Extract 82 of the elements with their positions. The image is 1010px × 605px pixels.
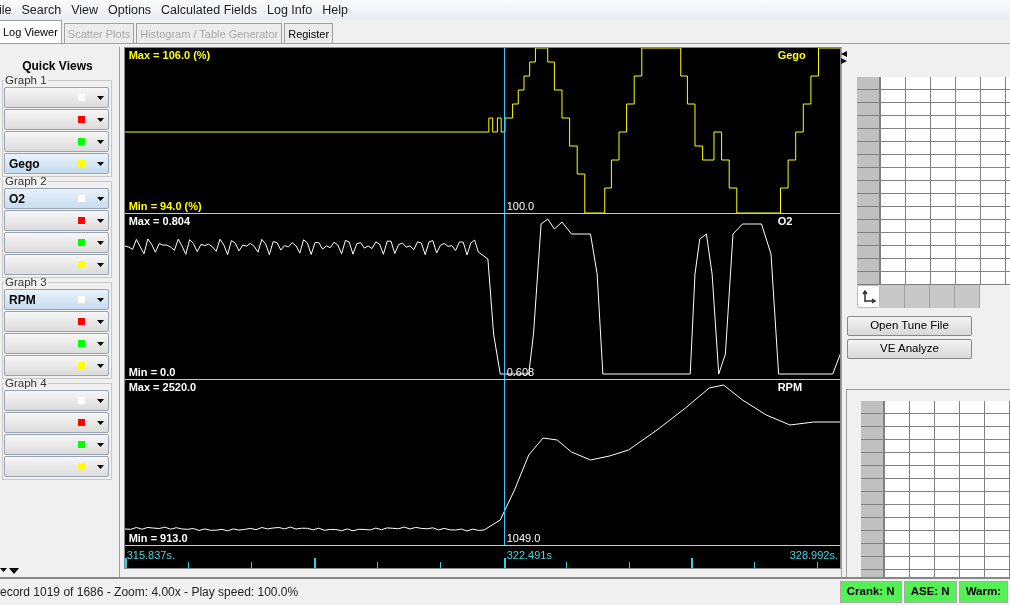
caret-icon (97, 161, 104, 166)
menu-item[interactable]: Log Info (267, 0, 313, 20)
table-cell (880, 285, 905, 308)
tab[interactable]: Log Viewer (0, 20, 62, 43)
series-value: O2 (9, 190, 25, 208)
caret-icon (97, 240, 104, 245)
series-dropdown[interactable] (4, 333, 109, 354)
series-dropdown[interactable] (4, 390, 109, 411)
caret-icon (97, 218, 104, 223)
series-name: Gego (777, 48, 806, 62)
caret-icon (97, 442, 104, 447)
time-label: 315.837s. (126, 548, 175, 563)
status-indicator: ASE: N (903, 581, 957, 603)
time-label: 328.992s. (789, 548, 838, 563)
group-label: Graph 1 (4, 73, 48, 87)
max-label: Max = 106.0 (%) (128, 48, 211, 62)
cursor-value: 0.608 (506, 365, 535, 379)
time-axis[interactable]: 315.837s. 322.491s 328.992s. (124, 546, 840, 568)
series-name: O2 (777, 214, 793, 228)
group-label: Graph 3 (4, 275, 48, 289)
caret-icon (97, 319, 104, 324)
series-dropdown[interactable] (4, 311, 109, 332)
caret-icon (97, 95, 104, 100)
menu-item[interactable]: Help (322, 0, 348, 20)
min-label: Min = 913.0 (128, 531, 188, 545)
cursor-line[interactable] (503, 214, 505, 379)
caret-icon (97, 139, 104, 144)
caret-icon (97, 420, 104, 425)
caret-icon (97, 464, 104, 469)
group-label: Graph 2 (4, 174, 48, 188)
time-label: 322.491s (506, 548, 552, 563)
series-dropdown[interactable] (4, 434, 109, 455)
series-value: RPM (9, 291, 36, 309)
series-dropdown[interactable] (4, 232, 109, 253)
caret-icon (97, 363, 104, 368)
panel-title: Quick Views (21, 58, 94, 75)
menu-item[interactable]: View (71, 0, 98, 20)
max-label: Max = 2520.0 (128, 380, 197, 394)
cursor-line[interactable] (503, 380, 505, 545)
menu-item[interactable]: ile (0, 0, 12, 20)
status-text: ecord 1019 of 1686 - Zoom: 4.00x - Play speed: 100.0% (0, 584, 300, 601)
table-cell (905, 285, 930, 308)
series-dropdown[interactable] (4, 131, 109, 152)
caret-icon (97, 196, 104, 201)
series-dropdown[interactable] (4, 456, 109, 477)
cursor-value: 1049.0 (506, 531, 541, 545)
caret-icon (97, 262, 104, 267)
series-dropdown[interactable]: O2 (4, 188, 109, 209)
cursor-line[interactable] (503, 48, 505, 213)
max-label: Max = 0.804 (128, 214, 191, 228)
status-indicator: Warm: (958, 581, 1008, 603)
min-label: Min = 0.0 (128, 365, 176, 379)
menu-item[interactable]: Search (21, 0, 62, 20)
menu-item[interactable]: Calculated Fields (161, 0, 257, 20)
series-dropdown[interactable] (4, 87, 109, 108)
axis-swap-button[interactable] (857, 285, 880, 308)
series-name: RPM (777, 380, 803, 394)
status-indicator: Crank: N (839, 581, 902, 603)
series-dropdown[interactable] (4, 109, 109, 130)
table-cell (930, 285, 955, 308)
cursor-value: 100.0 (506, 199, 535, 213)
group-label: Graph 4 (4, 376, 48, 390)
series-dropdown[interactable]: RPM (4, 289, 109, 310)
menu-item[interactable]: Options (108, 0, 152, 20)
side-button[interactable]: VE Analyze (847, 339, 972, 359)
collapse-arrows-icon[interactable] (841, 51, 847, 65)
series-dropdown[interactable] (4, 210, 109, 231)
caret-icon (97, 297, 104, 302)
tab[interactable]: Register (284, 23, 334, 43)
series-dropdown[interactable] (4, 355, 109, 376)
caret-icon (97, 341, 104, 346)
table-cell (955, 285, 980, 308)
splitter-arrows-icon[interactable] (0, 568, 20, 575)
caret-icon (97, 398, 104, 403)
side-button[interactable]: Open Tune File (847, 316, 972, 336)
series-value: Gego (9, 155, 40, 173)
series-dropdown[interactable] (4, 412, 109, 433)
corner-arrows-icon (861, 289, 876, 304)
min-label: Min = 94.0 (%) (128, 199, 202, 213)
caret-icon (97, 117, 104, 122)
series-dropdown[interactable] (4, 254, 109, 275)
series-dropdown[interactable]: Gego (4, 153, 109, 174)
